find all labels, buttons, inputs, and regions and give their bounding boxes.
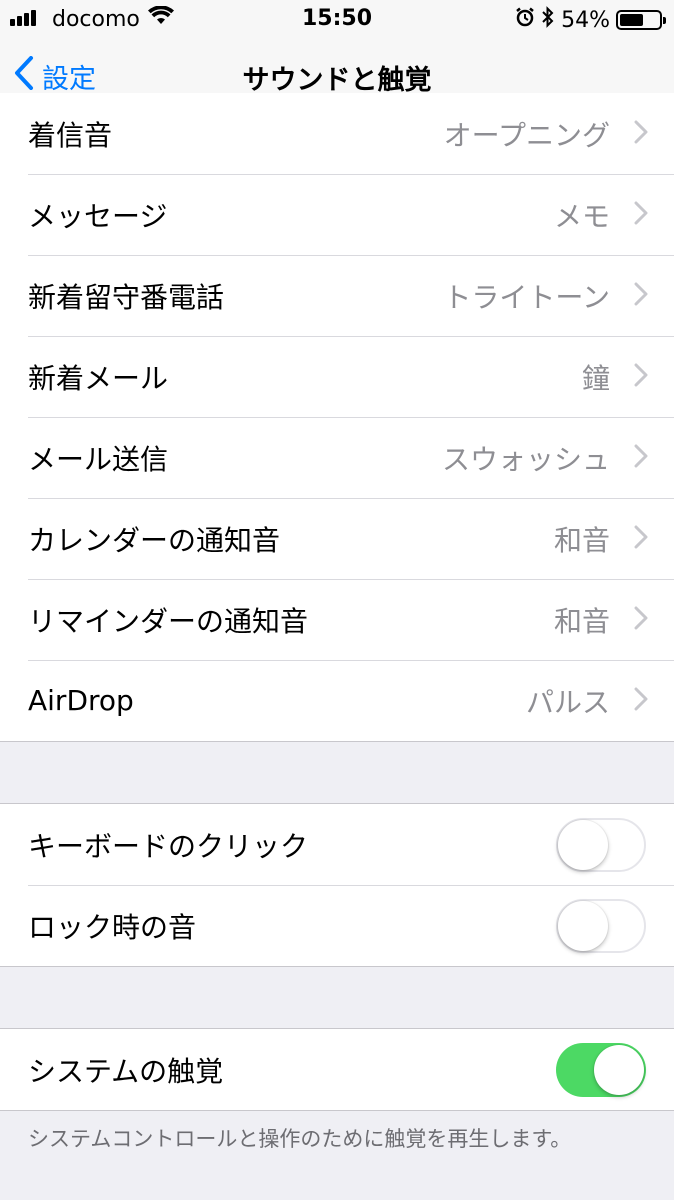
list-item-lock-sound: ロック時の音 (0, 885, 674, 966)
row-label: メール送信 (28, 442, 169, 476)
chevron-right-icon (634, 606, 648, 634)
list-item-new-mail[interactable]: 新着メール 鐘 (0, 336, 674, 417)
battery-icon (616, 10, 666, 30)
row-label: AirDrop (28, 684, 134, 717)
chevron-right-icon (634, 201, 648, 229)
list-item-reminder-alerts[interactable]: リマインダーの通知音 和音 (0, 579, 674, 660)
row-label: 着信音 (28, 118, 113, 152)
list-item-ringtone[interactable]: 着信音 オープニング (0, 93, 674, 174)
row-label: システムの触覚 (28, 1054, 224, 1088)
row-value: トライトーン (443, 280, 610, 314)
chevron-right-icon (634, 282, 648, 310)
row-label: メッセージ (28, 199, 168, 233)
bluetooth-icon (541, 6, 555, 34)
battery-percent: 54% (561, 7, 610, 33)
status-bar: docomo 15:50 54% (0, 0, 674, 38)
chevron-right-icon (634, 120, 648, 148)
list-item-airdrop[interactable]: AirDrop パルス (0, 660, 674, 741)
haptics-footer-note: システムコントロールと操作のために触覚を再生します。 (28, 1127, 572, 1151)
chevron-right-icon (634, 525, 648, 553)
row-value: スウォッシュ (441, 442, 610, 476)
row-value: 和音 (553, 604, 610, 638)
alarm-icon (515, 7, 535, 33)
list-item-message[interactable]: メッセージ メモ (0, 174, 674, 255)
chevron-right-icon (634, 687, 648, 715)
row-label: リマインダーの通知音 (28, 604, 309, 638)
row-label: カレンダーの通知音 (28, 523, 281, 557)
row-value: パルス (525, 685, 610, 719)
list-item-keyboard-clicks: キーボードのクリック (0, 804, 674, 885)
list-item-sent-mail[interactable]: メール送信 スウォッシュ (0, 417, 674, 498)
row-label: ロック時の音 (28, 910, 197, 944)
row-label: キーボードのクリック (28, 829, 309, 863)
row-value: オープニング (443, 118, 610, 152)
list-item-calendar-alerts[interactable]: カレンダーの通知音 和音 (0, 498, 674, 579)
sounds-group: 着信音 オープニング メッセージ メモ 新着留守番電話 トライトーン 新着メール… (0, 93, 674, 742)
page-title: サウンドと触覚 (242, 65, 432, 96)
row-label: 新着メール (28, 361, 169, 395)
row-value: 和音 (553, 523, 610, 557)
chevron-right-icon (634, 444, 648, 472)
list-item-system-haptics: システムの触覚 (0, 1029, 674, 1110)
system-haptics-toggle[interactable] (556, 1042, 646, 1097)
lock-sound-toggle[interactable] (556, 898, 646, 953)
sound-toggles-group: キーボードのクリック ロック時の音 (0, 803, 674, 967)
row-value: メモ (553, 199, 610, 233)
row-label: 新着留守番電話 (28, 280, 225, 314)
chevron-right-icon (634, 363, 648, 391)
list-item-voicemail[interactable]: 新着留守番電話 トライトーン (0, 255, 674, 336)
row-value: 鐘 (581, 361, 610, 395)
haptics-group: システムの触覚 (0, 1028, 674, 1111)
keyboard-clicks-toggle[interactable] (556, 817, 646, 872)
